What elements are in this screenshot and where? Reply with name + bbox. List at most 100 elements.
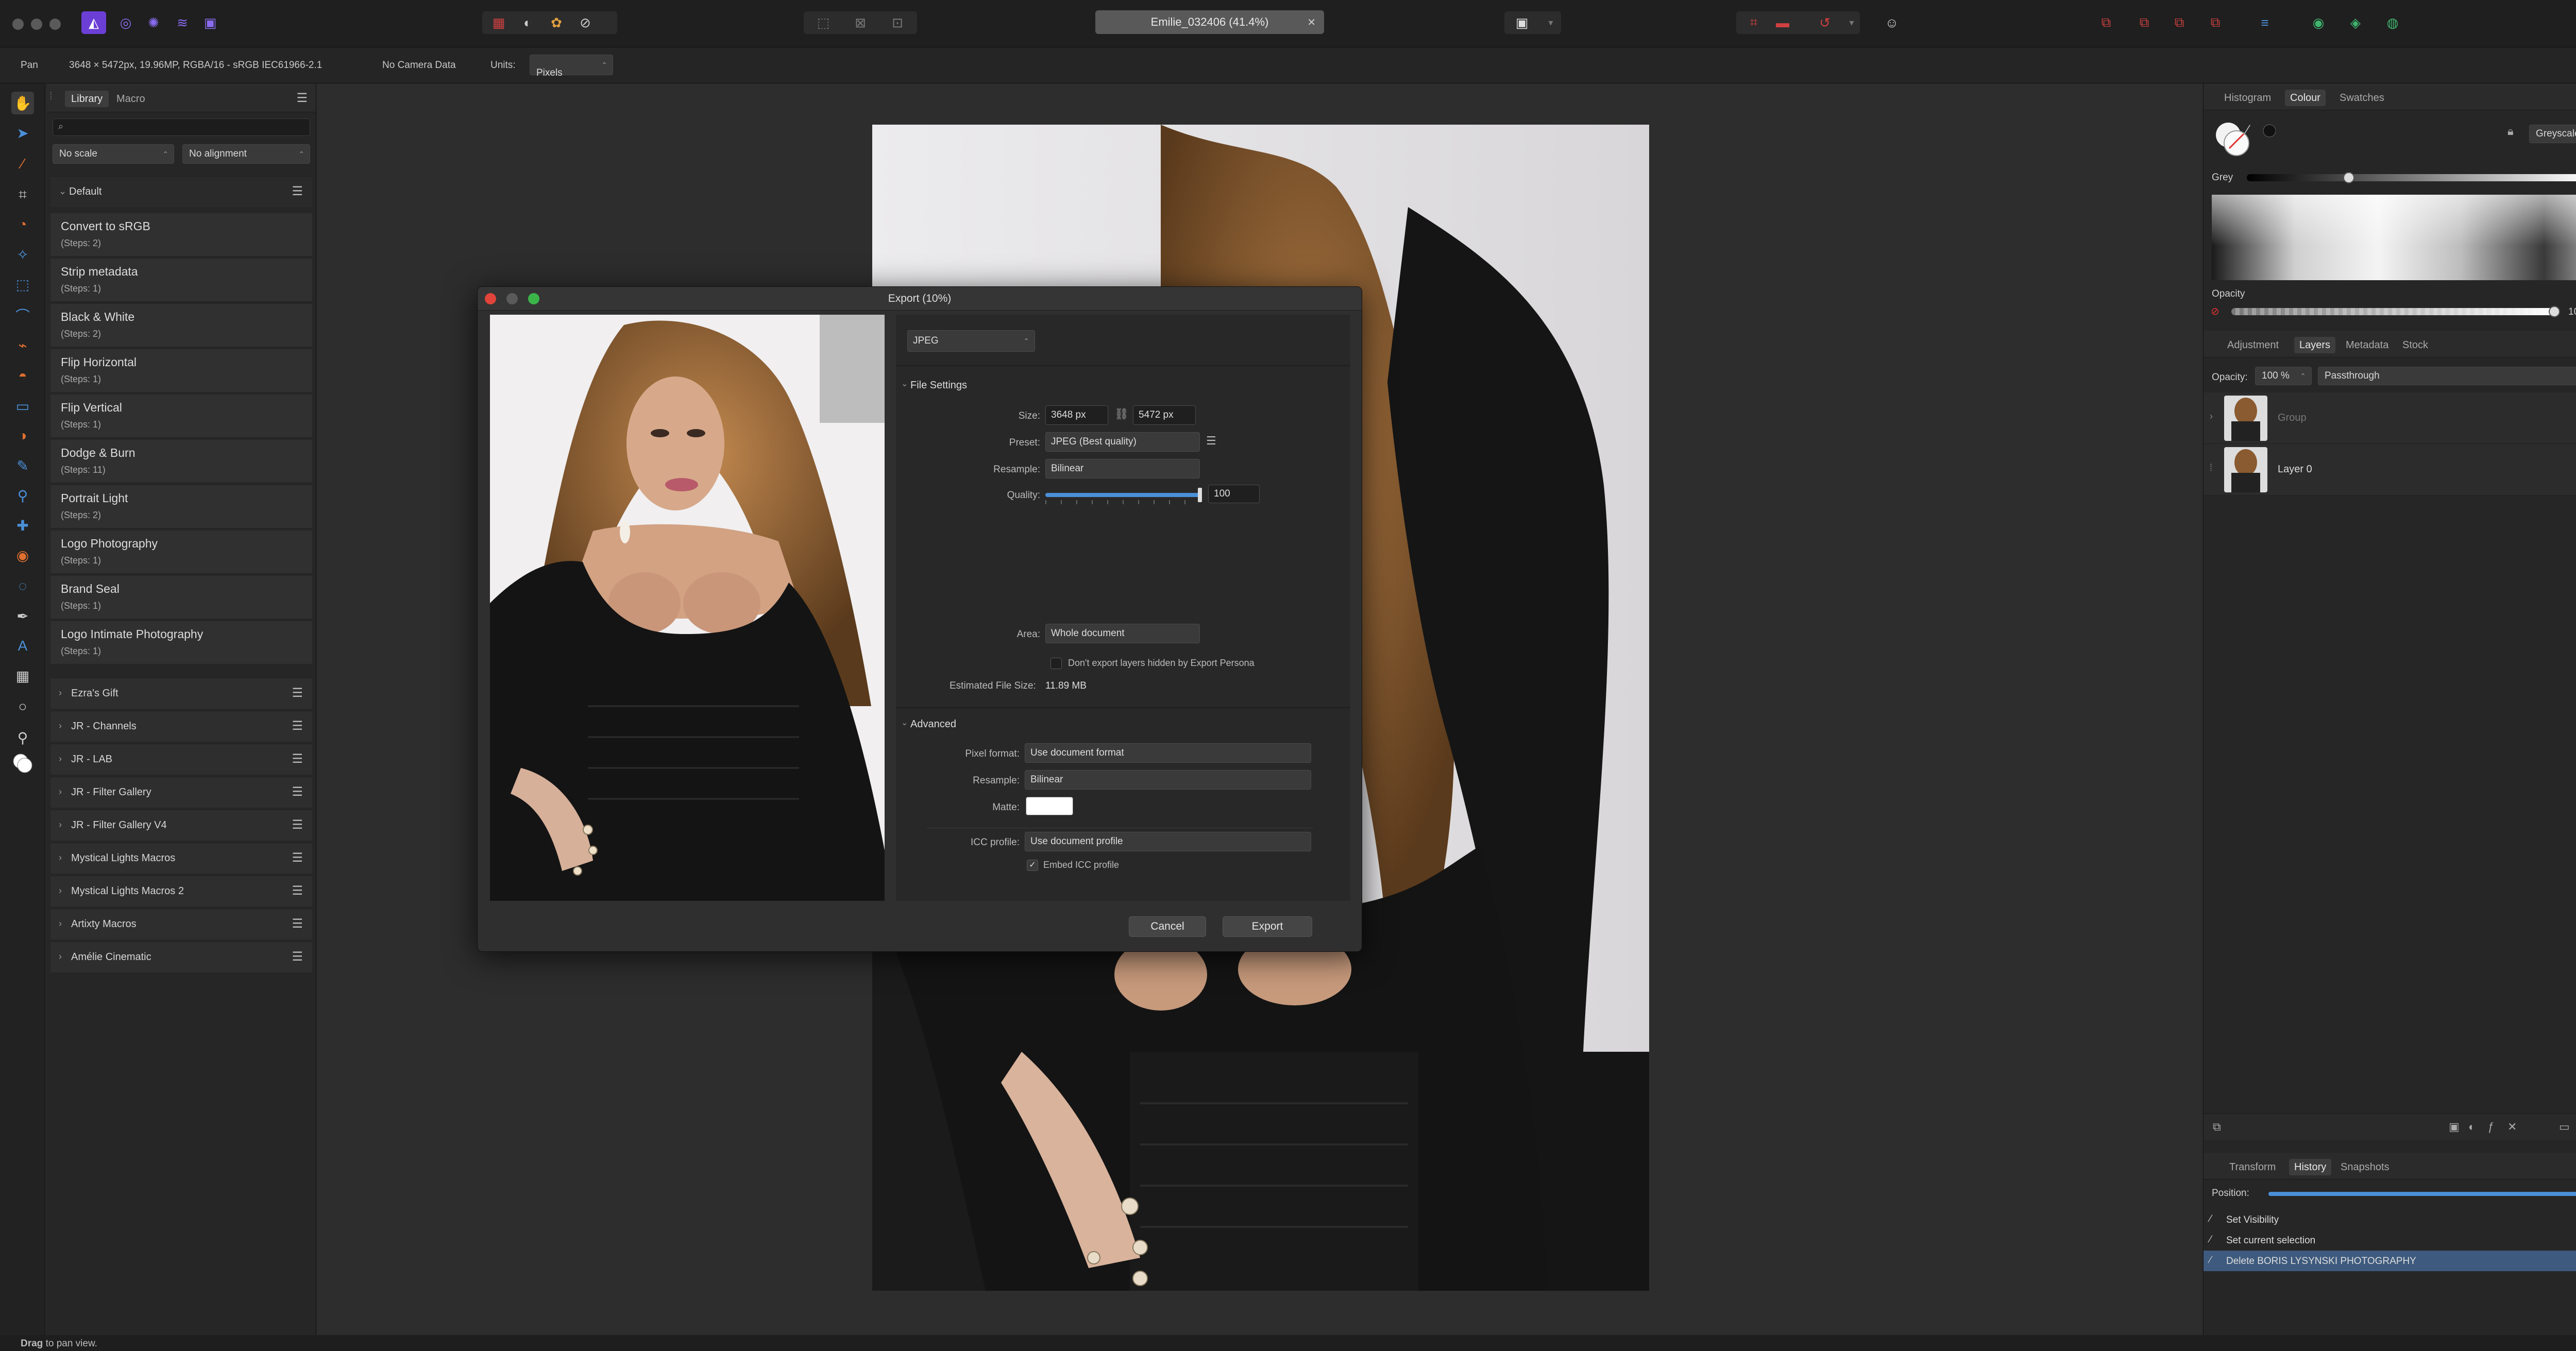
flood-select-icon[interactable]: ✧ <box>11 243 34 266</box>
snapping-icon[interactable]: ⌗ <box>1741 11 1766 34</box>
preset-menu-icon[interactable]: ☰ <box>1206 434 1216 448</box>
arrange-front-icon[interactable]: ⧉ <box>2203 11 2228 34</box>
force-pixel-alignment-icon[interactable]: ▬ <box>1770 11 1795 34</box>
fill-icon[interactable]: ◍ <box>2380 11 2405 34</box>
mesh-warp-tool-icon[interactable]: ▦ <box>11 664 34 687</box>
category-menu-icon[interactable]: ☰ <box>292 784 303 799</box>
minimize-window-button[interactable] <box>31 19 42 30</box>
photo-persona-icon[interactable]: ◭ <box>81 11 106 34</box>
document-title-tab[interactable]: Emilie_032406 (41.4%) ✕ <box>1095 10 1324 34</box>
blur-brush-icon[interactable]: ◌ <box>11 575 34 597</box>
clone-brush-icon[interactable]: ⚲ <box>11 484 34 507</box>
tab-colour[interactable]: Colour <box>2285 90 2326 106</box>
history-item-selected[interactable]: ⁄ Delete BORIS LYSYNSKI PHOTOGRAPHY <box>2204 1251 2576 1271</box>
auto-white-balance-icon[interactable]: ⊘ <box>573 11 598 34</box>
history-item[interactable]: ⁄ Set current selection <box>2204 1230 2576 1251</box>
library-search-input[interactable]: ⌕ <box>53 118 310 136</box>
layer-settings-icon[interactable]: ⧉ <box>2213 1120 2221 1134</box>
smudge-brush-icon[interactable]: ✎ <box>11 454 34 477</box>
paint-brush-tool-icon[interactable]: ⌒ <box>11 304 34 327</box>
advanced-resample-select[interactable]: Bilinear <box>1025 770 1311 790</box>
quality-field[interactable]: 100 <box>1208 485 1260 503</box>
arrange-forward-icon[interactable]: ⧉ <box>2167 11 2192 34</box>
category-menu-icon[interactable]: ☰ <box>292 949 303 964</box>
snapping-dropdown-icon[interactable]: ▾ <box>1839 11 1864 34</box>
resample-select[interactable]: Bilinear <box>1045 459 1200 478</box>
pixel-format-select[interactable]: Use document format <box>1025 743 1311 763</box>
cancel-button[interactable]: Cancel <box>1129 916 1206 937</box>
embed-icc-checkbox[interactable]: ✓ <box>1027 860 1038 871</box>
move-by-whole-pixels-icon[interactable]: ↺ <box>1812 11 1837 34</box>
zoom-tool-icon[interactable]: ⚲ <box>11 726 34 749</box>
chevron-right-icon[interactable]: › <box>59 885 62 896</box>
chevron-right-icon[interactable]: › <box>59 951 62 962</box>
insert-inside-icon[interactable]: ◈ <box>2343 11 2368 34</box>
chevron-right-icon[interactable]: › <box>59 721 62 731</box>
macro-item[interactable]: Logo Photography (Steps: 1) <box>50 531 312 574</box>
category-menu-icon[interactable]: ☰ <box>292 916 303 931</box>
category-menu-icon[interactable]: ☰ <box>292 883 303 898</box>
tab-transform[interactable]: Transform <box>2224 1159 2281 1175</box>
width-field[interactable]: 3648 px <box>1045 405 1108 425</box>
opacity-slider-handle[interactable] <box>2549 306 2560 317</box>
macro-category[interactable]: › JR - Filter Gallery ☰ <box>50 777 312 808</box>
category-menu-icon[interactable]: ☰ <box>292 184 303 199</box>
arrange-back-icon[interactable]: ⧉ <box>2094 11 2119 34</box>
panel-menu-icon[interactable]: ☰ <box>296 91 308 106</box>
selection-mode-new-icon[interactable]: ⬚ <box>811 11 836 34</box>
crop-tool-icon[interactable]: ⌗ <box>11 183 34 206</box>
advanced-header[interactable]: ⌄ Advanced <box>896 713 1350 735</box>
export-button[interactable]: Export <box>1223 916 1312 937</box>
file-settings-header[interactable]: ⌄ File Settings <box>896 374 1350 396</box>
macro-item[interactable]: Strip metadata (Steps: 1) <box>50 259 312 302</box>
view-tool-icon[interactable]: ✋ <box>11 92 34 114</box>
tab-swatches[interactable]: Swatches <box>2334 90 2389 106</box>
colour-swatch-icon[interactable] <box>11 752 34 775</box>
icc-profile-select[interactable]: Use document profile <box>1025 832 1311 851</box>
selection-mode-subtract-icon[interactable]: ⊠ <box>848 11 873 34</box>
colour-picker-icon[interactable]: ⁄ <box>2247 123 2249 137</box>
dodge-brush-icon[interactable]: ◑ <box>11 424 34 447</box>
tab-metadata[interactable]: Metadata <box>2341 337 2394 353</box>
grey-slider-handle[interactable] <box>2343 172 2354 183</box>
tone-mapping-persona-icon[interactable]: ≋ <box>170 11 195 34</box>
shape-tool-icon[interactable]: ○ <box>11 695 34 718</box>
auto-colour-icon[interactable]: ✿ <box>544 11 569 34</box>
area-select[interactable]: Whole document <box>1045 624 1200 643</box>
layer-row-layer-0[interactable]: ⁞ Layer 0 🔒︎ ● <box>2204 444 2576 495</box>
close-dialog-button[interactable] <box>485 293 496 304</box>
flood-fill-icon[interactable]: ◓ <box>11 365 34 387</box>
macro-category[interactable]: › Ezra's Gift ☰ <box>50 678 312 709</box>
grey-slider[interactable] <box>2247 172 2576 183</box>
quick-mask-dropdown-icon[interactable]: ▾ <box>1538 11 1563 34</box>
units-select[interactable]: Pixels <box>530 55 613 78</box>
align-icon[interactable]: ≡ <box>2252 11 2277 34</box>
category-menu-icon[interactable]: ☰ <box>292 850 303 865</box>
develop-persona-icon[interactable]: ✺ <box>141 11 166 34</box>
zoom-dialog-button[interactable] <box>528 293 539 304</box>
history-item[interactable]: ⁄ Set Visibility ↖ <box>2204 1209 2576 1230</box>
tab-layers[interactable]: Layers <box>2294 337 2336 353</box>
macro-category[interactable]: › Mystical Lights Macros ☰ <box>50 843 312 874</box>
quick-mask-icon[interactable]: ▣ <box>1510 11 1534 34</box>
lock-icon[interactable]: 🔒︎ <box>2507 125 2514 138</box>
macro-category[interactable]: › JR - LAB ☰ <box>50 744 312 775</box>
matte-colour-well[interactable] <box>1026 797 1073 815</box>
tab-history[interactable]: History <box>2289 1159 2332 1175</box>
colour-mode-select[interactable]: Greyscale <box>2529 125 2576 143</box>
link-icon[interactable]: ⛓ <box>1114 407 1129 421</box>
chevron-right-icon[interactable]: › <box>59 819 62 830</box>
chevron-right-icon[interactable]: › <box>2210 411 2213 422</box>
levels-icon[interactable]: ▦ <box>486 11 511 34</box>
macro-item[interactable]: Logo Intimate Photography (Steps: 1) <box>50 621 312 664</box>
chevron-right-icon[interactable]: › <box>59 918 62 929</box>
gradient-tool-icon[interactable]: ▭ <box>11 395 34 417</box>
preset-select[interactable]: JPEG (Best quality) <box>1045 432 1200 452</box>
mask-icon[interactable]: ▣ <box>2449 1120 2460 1134</box>
chevron-right-icon[interactable]: › <box>59 688 62 698</box>
colour-picker-tool-icon[interactable]: ⁄ <box>11 152 34 175</box>
auto-contrast-icon[interactable]: ◐ <box>515 11 540 34</box>
category-menu-icon[interactable]: ☰ <box>292 817 303 832</box>
macro-item[interactable]: Flip Vertical (Steps: 1) <box>50 395 312 438</box>
layer-row-group[interactable]: › Group ● <box>2204 392 2576 444</box>
